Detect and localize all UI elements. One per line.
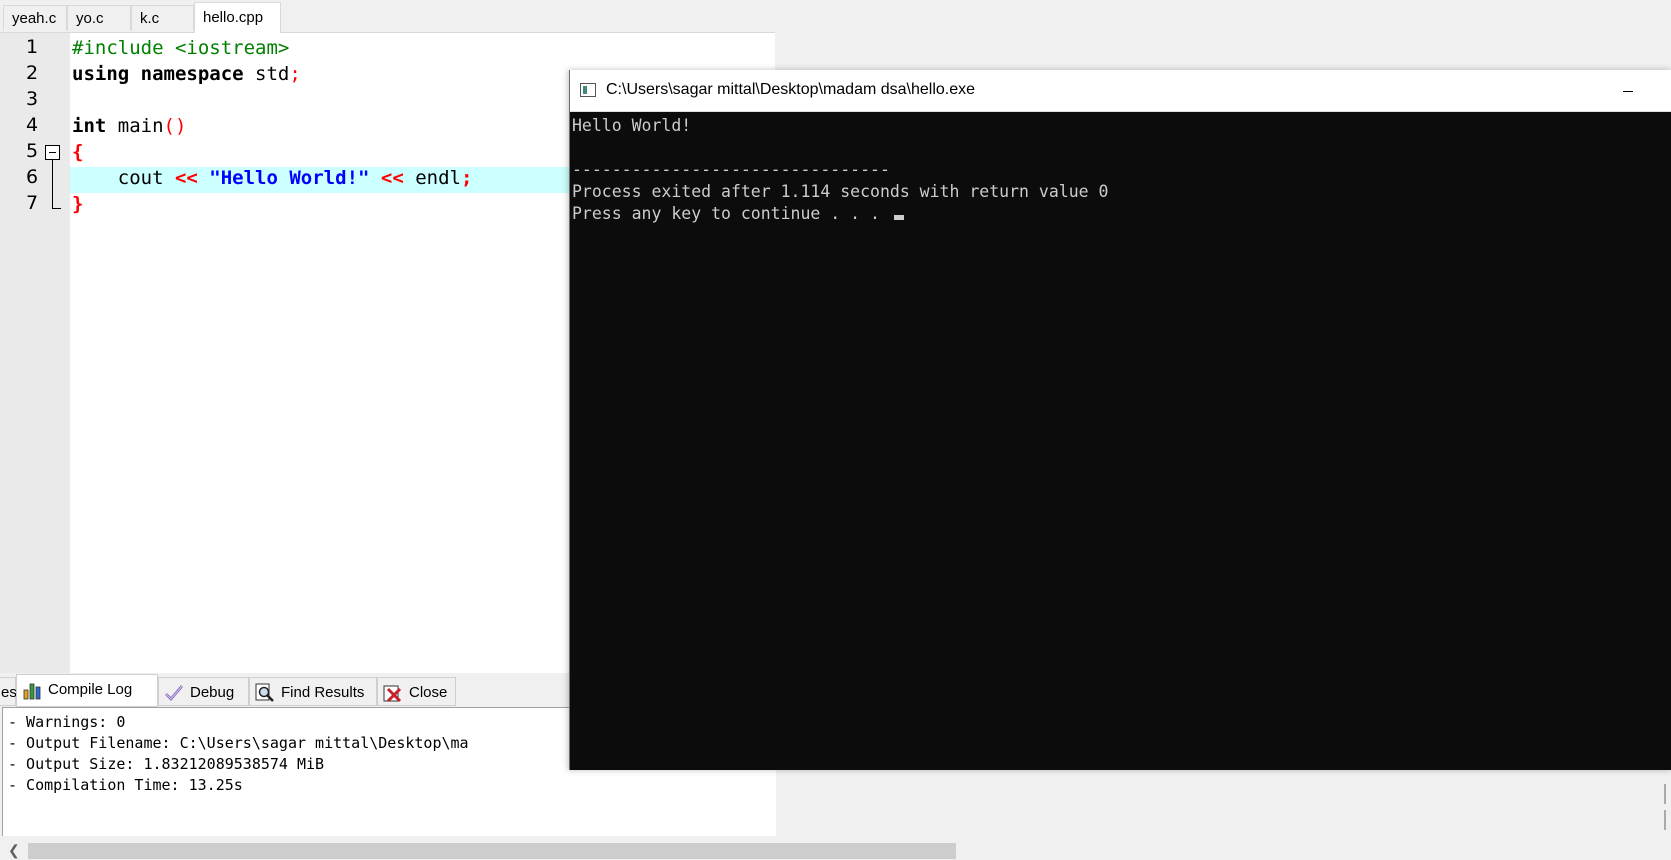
identifier: cout (72, 167, 175, 189)
checkmark-icon (165, 685, 183, 701)
fold-end (52, 208, 61, 209)
tab-debug[interactable]: Debug (158, 677, 249, 706)
preprocessor-directive: #include <iostream> (72, 37, 290, 59)
scrollbar-thumb[interactable] (28, 843, 956, 859)
string-literal: "Hello World!" (209, 167, 370, 189)
tab-hello-cpp[interactable]: hello.cpp (194, 2, 281, 33)
line-number: 7 (26, 192, 39, 214)
file-tab-bar: yeah.c yo.c k.c hello.cpp (0, 0, 775, 33)
brace: { (72, 141, 84, 163)
line-number: 3 (26, 88, 39, 110)
console-output-line: Hello World! (572, 116, 692, 135)
fold-line (52, 160, 53, 208)
console-app-icon (580, 83, 596, 97)
brace: } (72, 193, 84, 215)
function-name: main (106, 115, 164, 137)
operator: << (174, 167, 198, 189)
code-line-1: #include <iostream> (72, 35, 289, 61)
line-number: 2 (26, 62, 39, 84)
console-title: C:\Users\sagar mittal\Desktop\madam dsa\… (606, 81, 976, 98)
tab-compile-log[interactable]: Compile Log (16, 674, 158, 707)
code-line-7: } (72, 191, 83, 217)
tab-label: Debug (190, 684, 235, 701)
operator: << (380, 167, 404, 189)
console-separator: -------------------------------- (572, 160, 890, 179)
scroll-left-icon[interactable]: ❮ (8, 842, 20, 859)
tab-label: Compile Log (48, 681, 133, 698)
tab-yo-c[interactable]: yo.c (67, 5, 131, 31)
line-number: 6 (26, 166, 39, 188)
tab-label: Close (409, 684, 448, 701)
line-number: 5 (26, 140, 39, 162)
line-number: 1 (26, 36, 39, 58)
magnifier-icon (255, 683, 274, 702)
tab-find-results[interactable]: Find Results (249, 677, 377, 706)
bar-chart-icon (23, 683, 41, 700)
tab-label: es (1, 684, 17, 701)
tab-label: yeah.c (12, 10, 57, 27)
tab-yeah-c[interactable]: yeah.c (3, 5, 67, 31)
tab-label: hello.cpp (203, 9, 264, 26)
console-window[interactable]: C:\Users\sagar mittal\Desktop\madam dsa\… (569, 70, 1671, 770)
text-cursor (893, 215, 904, 220)
code-line-5: { (72, 139, 83, 165)
parens: () (163, 115, 187, 137)
log-line: - Warnings: 0 (8, 713, 126, 731)
tab-label: Find Results (281, 684, 365, 701)
log-line: - Compilation Time: 13.25s (8, 776, 243, 794)
line-number-gutter: 1 2 3 4 5 6 7 (0, 33, 70, 673)
log-line: - Output Size: 1.83212089538574 MiB (8, 755, 325, 773)
tab-resources[interactable]: es (0, 677, 17, 706)
semicolon: ; (461, 167, 473, 189)
console-title-bar[interactable]: C:\Users\sagar mittal\Desktop\madam dsa\… (570, 70, 1671, 112)
horizontal-scrollbar[interactable]: ❮ (0, 840, 1671, 860)
code-line-6: cout << "Hello World!" << endl; (72, 165, 473, 191)
identifier: std (243, 63, 290, 85)
code-line-4: int main() (72, 113, 186, 139)
minimize-button[interactable] (1605, 70, 1651, 111)
console-prompt-text: Press any key to continue . . . (572, 204, 890, 223)
code-line-2: using namespace std; (72, 61, 301, 87)
log-line: - Output Filename: C:\Users\sagar mittal… (8, 734, 469, 752)
tab-k-c[interactable]: k.c (131, 5, 194, 31)
close-icon (383, 685, 402, 703)
keyword: using namespace (72, 63, 244, 85)
console-prompt-line: Press any key to continue . . . (572, 203, 904, 225)
vertical-scrollbar[interactable] (1662, 784, 1668, 834)
tab-label: yo.c (76, 10, 104, 27)
keyword: int (72, 115, 107, 137)
tab-close[interactable]: Close (377, 677, 456, 706)
semicolon: ; (289, 63, 301, 85)
console-output-line: Process exited after 1.114 seconds with … (572, 182, 1109, 201)
collapse-toggle-icon[interactable] (45, 145, 60, 160)
identifier: endl (403, 167, 461, 189)
line-number: 4 (26, 114, 39, 136)
tab-label: k.c (140, 10, 160, 27)
